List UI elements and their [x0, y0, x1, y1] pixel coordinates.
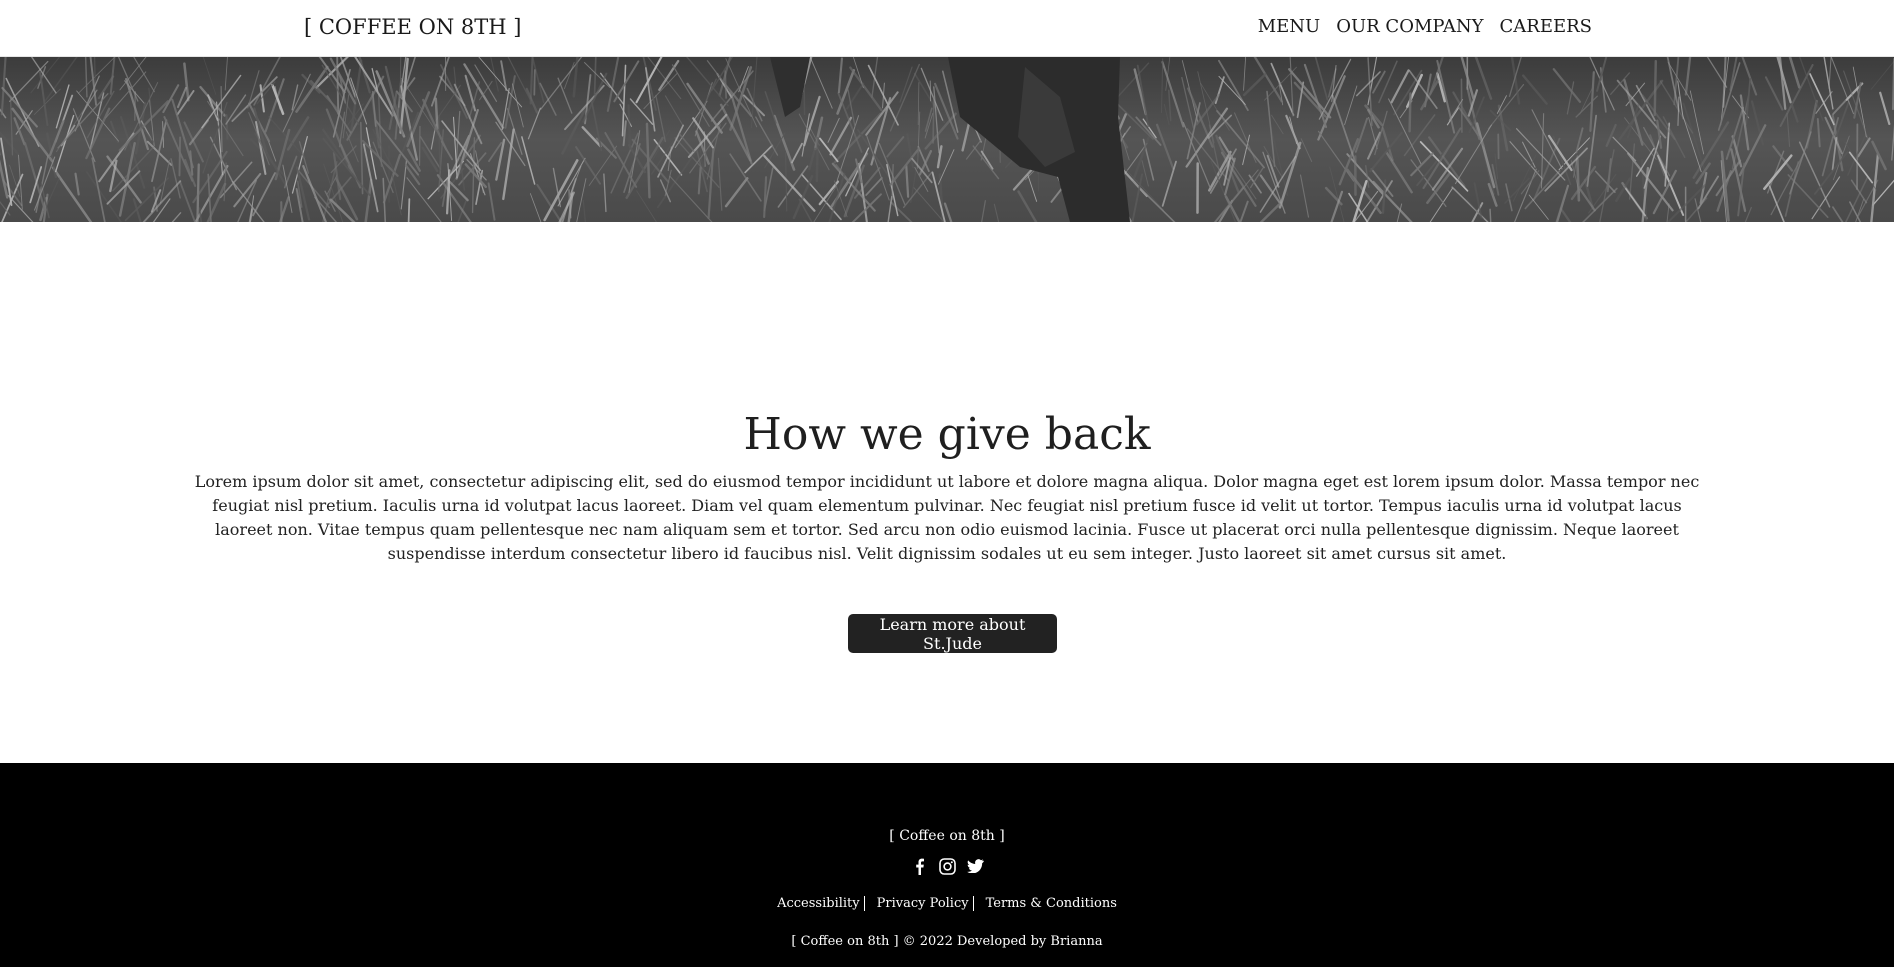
section-title: How we give back: [743, 409, 1151, 460]
social-links: [0, 857, 1894, 875]
nav-link-careers[interactable]: CAREERS: [1500, 16, 1593, 37]
link-separator: [972, 896, 974, 911]
link-separator: [863, 896, 865, 911]
brand-logo-link[interactable]: [ COFFEE ON 8TH ]: [304, 15, 521, 39]
section-body-text: Lorem ipsum dolor sit amet, consectetur …: [194, 472, 1700, 563]
footer-links: Accessibility Privacy Policy Terms & Con…: [0, 896, 1894, 911]
privacy-policy-link[interactable]: Privacy Policy: [877, 896, 969, 911]
main-nav: MENU OUR COMPANY CAREERS: [1258, 16, 1592, 37]
instagram-icon[interactable]: [938, 857, 956, 875]
footer: [ Coffee on 8th ] Accessibility Privacy …: [0, 763, 1894, 967]
nav-link-menu[interactable]: MENU: [1258, 16, 1321, 37]
nav-link-our-company[interactable]: OUR COMPANY: [1336, 16, 1483, 37]
twitter-icon[interactable]: [966, 857, 984, 875]
give-back-section: How we give back Lorem ipsum dolor sit a…: [0, 222, 1894, 763]
footer-brand: [ Coffee on 8th ]: [889, 828, 1005, 844]
terms-conditions-link[interactable]: Terms & Conditions: [986, 896, 1117, 911]
accessibility-link[interactable]: Accessibility: [777, 896, 860, 911]
facebook-icon[interactable]: [910, 857, 928, 875]
learn-more-st-jude-button[interactable]: Learn more about St.Jude: [848, 614, 1057, 653]
navbar: [ COFFEE ON 8TH ] MENU OUR COMPANY CAREE…: [0, 0, 1894, 57]
copyright-text: [ Coffee on 8th ] © 2022 Developed by Br…: [791, 934, 1103, 949]
hero-image: [0, 57, 1894, 222]
grass-photo: [0, 57, 1894, 222]
